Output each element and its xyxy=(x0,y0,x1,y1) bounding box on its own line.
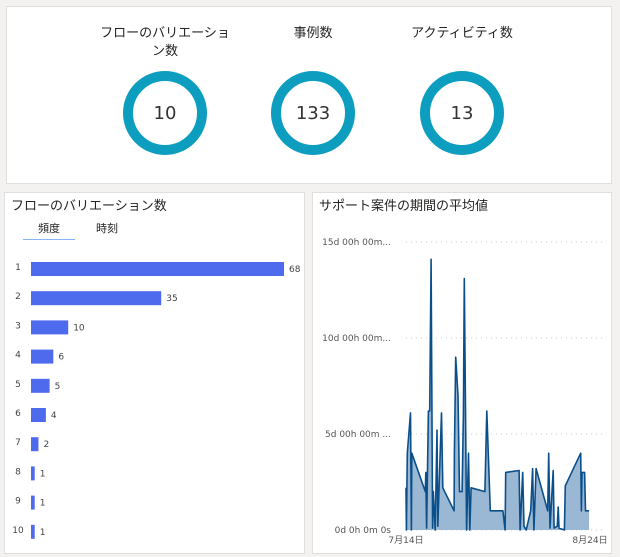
bar-value-label: 35 xyxy=(166,294,177,304)
donut-ring: 10 xyxy=(123,71,207,155)
bar-category-label: 8 xyxy=(15,467,21,477)
bar-category-label: 5 xyxy=(15,380,21,390)
area-fill xyxy=(406,259,590,530)
bar xyxy=(31,495,35,510)
bar xyxy=(31,524,35,539)
tab-frequency[interactable]: 頻度 xyxy=(23,220,75,240)
bar xyxy=(31,349,54,364)
bar-value-label: 1 xyxy=(40,499,46,509)
variations-panel: フローのバリエーション数 頻度 時刻 1 68 2 35 3 10 4 6 5 5 6 4 7 2 8 1 9 1… xyxy=(4,192,305,554)
kpi-panel: フローのバリエーション数 10 事例数 133 アクティビティ数 13 xyxy=(6,6,612,184)
bar-value-label: 10 xyxy=(73,323,85,333)
bar-value-label: 4 xyxy=(51,411,57,421)
bar-category-label: 4 xyxy=(15,351,21,361)
bar xyxy=(31,262,284,276)
bar xyxy=(31,408,46,422)
kpi-value: 13 xyxy=(450,102,474,124)
bar-category-label: 9 xyxy=(15,497,21,507)
kpi-case-count: 事例数 133 xyxy=(243,25,383,155)
bar xyxy=(31,437,39,452)
bar-category-label: 3 xyxy=(15,321,21,331)
bar-value-label: 68 xyxy=(289,265,301,275)
kpi-title: アクティビティ数 xyxy=(411,26,513,41)
donut-ring: 13 xyxy=(420,71,504,155)
x-tick-label: 7月14日 xyxy=(388,535,423,546)
tab-time[interactable]: 時刻 xyxy=(81,220,133,239)
kpi-value: 133 xyxy=(295,102,331,124)
bar xyxy=(31,291,162,306)
y-tick-label: 0d 0h 0m 0s xyxy=(335,526,392,536)
bar-value-label: 2 xyxy=(43,440,49,450)
bar-value-label: 5 xyxy=(55,382,61,392)
y-tick-label: 10d 00h 00m... xyxy=(322,334,391,344)
kpi-value: 10 xyxy=(153,102,177,124)
bar-value-label: 1 xyxy=(40,528,46,538)
x-tick-label: 8月24日 xyxy=(572,535,607,546)
variations-bar-chart: 1 68 2 35 3 10 4 6 5 5 6 4 7 2 8 1 9 1 10 1 xyxy=(12,262,301,539)
kpi-title: 事例数 xyxy=(293,26,333,41)
kpi-activity-count: アクティビティ数 13 xyxy=(392,25,532,155)
kpi-title: フローのバリエーション数 xyxy=(100,26,230,59)
panel-title: フローのバリエーション数 xyxy=(11,199,167,214)
donut-ring: 133 xyxy=(271,71,355,155)
bar-value-label: 1 xyxy=(40,469,46,479)
bar xyxy=(31,320,69,335)
bar-category-label: 7 xyxy=(15,438,21,448)
series-line xyxy=(405,258,590,531)
bar-category-label: 1 xyxy=(15,263,21,273)
y-tick-label: 15d 00h 00m... xyxy=(322,238,391,248)
bar-category-label: 10 xyxy=(12,526,24,536)
duration-panel: サポート案件の期間の平均値 0d 0h 0m 0s 5d 00h 00m ... 1… xyxy=(312,192,612,554)
y-tick-label: 5d 00h 00m ... xyxy=(325,430,391,440)
duration-area-chart: 0d 0h 0m 0s 5d 00h 00m ... 10d 00h 00m... 1… xyxy=(322,238,607,546)
bar-value-label: 6 xyxy=(58,353,64,363)
bar-category-label: 2 xyxy=(15,292,21,302)
bar xyxy=(31,378,50,393)
bar-category-label: 6 xyxy=(15,409,21,419)
bar xyxy=(31,466,35,481)
kpi-flow-variations: フローのバリエーション数 10 xyxy=(95,25,235,155)
